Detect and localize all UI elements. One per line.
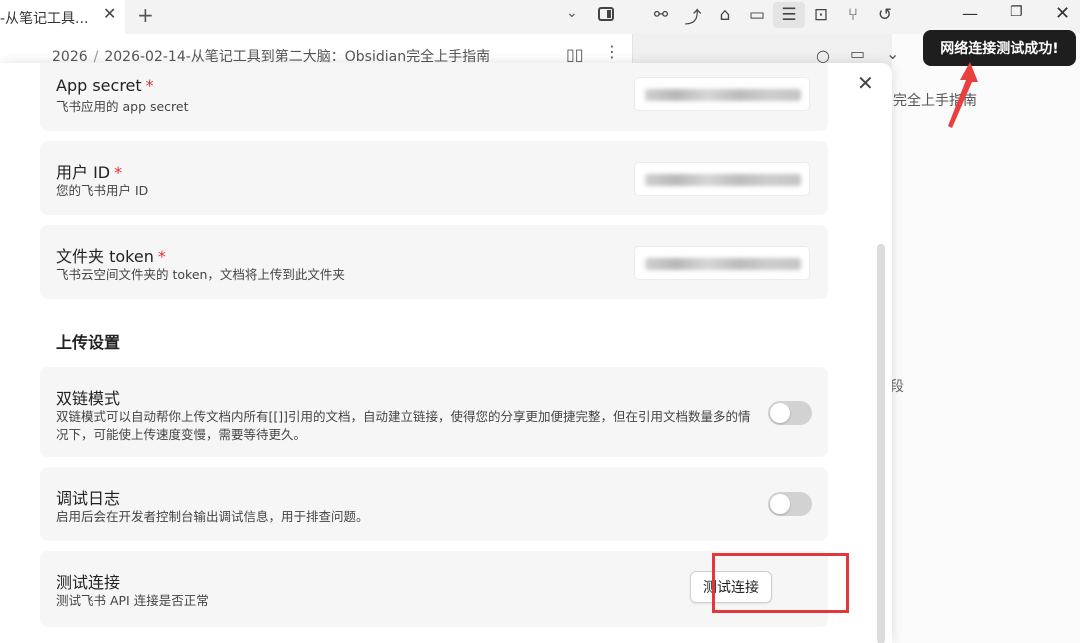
link-icon[interactable]: ⚯ [645,2,677,28]
history-icon[interactable]: ↺ [869,2,901,28]
title-bar: -从笔记工具... ✕ + ⌄ ⚯ ⤴ ⌂ ▭ ☰ ⊡ ⑂ ↺ — ❐ ✕ [0,0,1080,34]
setting-title-text: App secret [56,76,142,95]
right-sidebar-content [892,34,1080,643]
minimize-icon[interactable]: — [962,4,978,23]
scrollbar[interactable] [877,244,885,643]
share-icon[interactable]: ⤴ [677,2,709,28]
setting-bidirectional-links: 双链模式 双链模式可以自动帮你上传文档内所有[[]]引用的文档，自动建立链接，使… [40,367,828,457]
setting-title: 用户 ID * [56,159,122,183]
setting-desc: 您的飞书用户 ID [56,183,149,198]
folder-token-input[interactable] [634,246,810,280]
setting-desc: 飞书云空间文件夹的 token，文档将上传到此文件夹 [56,267,345,282]
maximize-icon[interactable]: ❐ [1010,4,1023,20]
new-tab-icon[interactable]: + [137,3,154,27]
setting-title: 调试日志 [56,489,121,508]
tab-close-icon[interactable]: ✕ [103,4,116,23]
arrow-annotation-icon [948,62,978,128]
bidirectional-links-toggle[interactable] [768,401,812,425]
highlight-annotation [712,553,849,613]
required-mark: * [145,76,154,95]
setting-title-text: 用户 ID [56,163,111,182]
setting-title: 双链模式 [56,389,121,408]
setting-desc: 测试飞书 API 连接是否正常 [56,593,209,608]
right-pane-fragment: 段 [890,379,904,395]
tab-title: -从笔记工具... [0,11,89,27]
more-options-icon[interactable]: ⋮ [604,42,620,61]
setting-desc: 双链模式可以自动帮你上传文档内所有[[]]引用的文档，自动建立链接，使得您的分享… [56,409,751,442]
tag-icon[interactable]: ⌂ [709,2,741,28]
setting-folder-token: 文件夹 token * 飞书云空间文件夹的 token，文档将上传到此文件夹 [40,225,828,299]
required-mark: * [157,247,166,266]
setting-desc: 启用后会在开发者控制台输出调试信息，用于排查问题。 [56,509,369,524]
close-icon[interactable]: ✕ [857,71,874,95]
window-close-icon[interactable]: ✕ [1055,3,1070,24]
sidebar-toggle-icon[interactable] [598,7,614,21]
redacted-value [645,174,801,186]
setting-app-secret: App secret * 飞书应用的 app secret [40,63,828,131]
outline-icon[interactable]: ☰ [773,2,805,28]
setting-desc: 飞书应用的 app secret [56,99,189,114]
chevron-down-icon[interactable]: ⌄ [566,5,578,21]
section-title-upload: 上传设置 [56,333,121,352]
setting-title: App secret * [56,76,154,95]
redacted-value [645,89,801,101]
setting-user-id: 用户 ID * 您的飞书用户 ID [40,141,828,215]
app-secret-input[interactable] [634,77,810,111]
setting-title: 测试连接 [56,573,121,592]
setting-title: 文件夹 token * [56,243,166,267]
reading-view-icon[interactable]: ▯▯ [566,45,584,64]
collapse-icon[interactable]: ⌄ [886,44,899,63]
setting-title-text: 文件夹 token [56,247,154,266]
tab-active[interactable]: -从笔记工具... ✕ [0,0,125,34]
archive-icon[interactable]: ▭ [741,2,773,28]
toolbar: ⚯ ⤴ ⌂ ▭ ☰ ⊡ ⑂ ↺ [645,2,901,28]
window-icon[interactable]: ▭ [850,44,865,63]
required-mark: * [114,163,123,182]
redacted-value [645,258,801,270]
robot-icon[interactable]: ⊡ [805,2,837,28]
branch-icon[interactable]: ⑂ [837,2,869,28]
debug-log-toggle[interactable] [768,492,812,516]
user-id-input[interactable] [634,162,810,196]
setting-debug-log: 调试日志 启用后会在开发者控制台输出调试信息，用于排查问题。 [40,467,828,541]
